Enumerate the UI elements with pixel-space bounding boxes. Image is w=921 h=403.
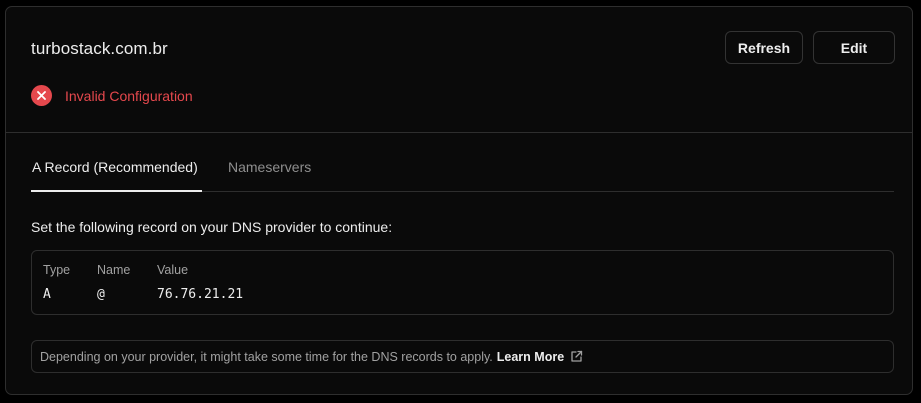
record-type[interactable]: A (43, 287, 51, 302)
refresh-button[interactable]: Refresh (725, 31, 803, 64)
propagation-note: Depending on your provider, it might tak… (31, 340, 894, 373)
learn-more-link[interactable]: Learn More (497, 350, 583, 364)
tab-a-record[interactable]: A Record (Recommended) (32, 159, 198, 175)
header-name: Name (97, 263, 131, 277)
learn-more-label: Learn More (496, 349, 565, 364)
domain-name: turbostack.com.br (31, 39, 168, 58)
dns-tabs: A Record (Recommended) Nameservers (31, 132, 894, 192)
dns-record-table: Type Name Value A @ 76.76.21.21 (31, 250, 894, 315)
external-link-icon (570, 350, 583, 363)
x-circle-icon (31, 85, 52, 106)
tab-nameservers[interactable]: Nameservers (228, 159, 311, 175)
status-text: Invalid Configuration (65, 87, 193, 104)
record-name[interactable]: @ (97, 287, 105, 302)
instruction-text: Set the following record on your DNS pro… (31, 219, 393, 235)
config-status: Invalid Configuration (31, 85, 193, 106)
domain-config-card: turbostack.com.br Invalid Configuration … (5, 6, 913, 395)
header-value: Value (157, 263, 189, 277)
card-header: turbostack.com.br Invalid Configuration … (6, 7, 912, 133)
edit-button[interactable]: Edit (813, 31, 895, 64)
record-value[interactable]: 76.76.21.21 (157, 287, 243, 302)
active-tab-indicator (31, 190, 202, 192)
note-text: Depending on your provider, it might tak… (40, 349, 493, 364)
header-type: Type (43, 263, 71, 277)
